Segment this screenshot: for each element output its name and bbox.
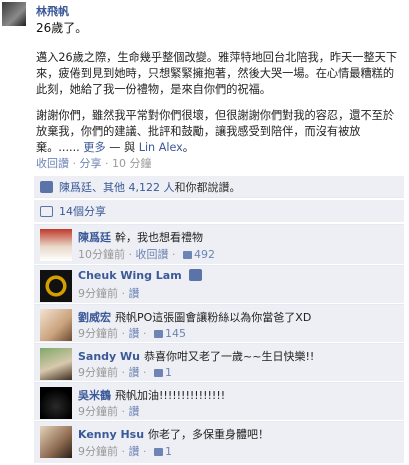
- commenter-avatar[interactable]: [40, 229, 72, 261]
- comment-meta: 9分鐘前 · 讚: [78, 405, 140, 418]
- shares-label: 14個分享: [59, 205, 106, 218]
- comment-like-count[interactable]: 1: [165, 445, 172, 458]
- post-paragraph-1: 邁入26歲之際，生命幾乎整個改變。雅萍特地回台北陪我，昨天一整天下來，疲倦到見到…: [36, 51, 398, 96]
- comment-like-count[interactable]: 1: [165, 366, 172, 379]
- comment-time: 9分鐘前: [78, 405, 118, 418]
- thumbs-up-icon: [188, 269, 202, 281]
- comment-time: 9分鐘前: [78, 287, 118, 300]
- comment-item: Sandy Wu 恭喜你咁又老了一歲~~生日快樂!! 9分鐘前 · 讚 · 1: [34, 343, 404, 381]
- comment-body: 恭喜你咁又老了一歲~~生日快樂!!: [144, 350, 315, 363]
- comment-like-button[interactable]: 讚: [129, 445, 140, 458]
- comment-time: 9分鐘前: [78, 327, 118, 340]
- post-paragraph-2: 謝謝你們，雖然我平常對你們很壞，但很謝謝你們對我的容忍，還不至於放棄我，你們的建…: [36, 108, 401, 156]
- comment-meta: 9分鐘前 · 讚 · 1: [78, 445, 172, 458]
- commenter-name[interactable]: Sandy Wu: [78, 350, 140, 363]
- likes-count-link[interactable]: 4,122 人: [129, 181, 175, 194]
- thumbs-up-icon: [154, 448, 163, 456]
- separator: ·: [105, 157, 109, 170]
- post-headline: 26歲了。: [36, 21, 88, 35]
- comment-like-button[interactable]: 讚: [129, 405, 140, 418]
- commenter-avatar[interactable]: [40, 309, 72, 341]
- comment-meta: 9分鐘前 · 讚 · 145: [78, 327, 186, 340]
- comment-like-button[interactable]: 讚: [129, 327, 140, 340]
- commenter-name[interactable]: Cheuk Wing Lam: [78, 269, 182, 282]
- comment-meta: 9分鐘前 · 讚 · 1: [78, 366, 172, 379]
- comment-meta: 9分鐘前 · 讚: [78, 287, 140, 300]
- likers-link[interactable]: 陳爲廷、其他: [59, 181, 129, 194]
- commenter-name[interactable]: 吳米鶴: [78, 389, 111, 402]
- thumbs-up-icon: [40, 181, 53, 193]
- post-actions: 收回讚 · 分享 · 10 分鐘: [36, 155, 152, 171]
- comment-item: 陳爲廷 幹，我也想看禮物 10分鐘前 · 收回讚 · 492: [34, 224, 404, 264]
- comment-text: Cheuk Wing Lam: [78, 269, 398, 282]
- comment-like-count[interactable]: 492: [194, 248, 215, 261]
- comment-item: 吳米鶴 飛帆加油!!!!!!!!!!!!!!! 9分鐘前 · 讚: [34, 382, 404, 420]
- comment-like-button[interactable]: 收回讚: [136, 248, 169, 261]
- comment-text: Kenny Hsu 你老了，多保重身體吧！: [78, 426, 398, 442]
- commenter-avatar[interactable]: [40, 426, 72, 458]
- comment-item: Kenny Hsu 你老了，多保重身體吧！ 9分鐘前 · 讚 · 1: [34, 421, 404, 463]
- comment-meta: 10分鐘前 · 收回讚 · 492: [78, 248, 215, 261]
- commenter-avatar[interactable]: [40, 387, 72, 419]
- commenter-avatar[interactable]: [40, 270, 72, 302]
- comment-text: 劉威宏 飛帆PO這張圖會讓粉絲以為你當爸了XD: [78, 309, 398, 325]
- comment-body: 飛帆加油!!!!!!!!!!!!!!!: [115, 389, 226, 402]
- commenter-name[interactable]: Kenny Hsu: [78, 428, 144, 441]
- likes-summary: 陳爲廷、其他 4,122 人和你都說讚。: [34, 176, 404, 198]
- separator: ·: [72, 157, 77, 170]
- shares-summary[interactable]: 14個分享: [34, 200, 404, 222]
- comment-body: 你老了，多保重身體吧！: [148, 428, 270, 441]
- post-body: 邁入26歲之際，生命幾乎整個改變。雅萍特地回台北陪我，昨天一整天下來，疲倦到見到…: [36, 50, 401, 166]
- comment-like-button[interactable]: 讚: [129, 366, 140, 379]
- comment-body: 飛帆PO這張圖會讓粉絲以為你當爸了XD: [115, 311, 312, 324]
- comment-body: 幹，我也想看禮物: [115, 231, 203, 244]
- comment-time: 9分鐘前: [78, 366, 118, 379]
- commenter-name[interactable]: 劉威宏: [78, 311, 111, 324]
- thumbs-up-icon: [154, 369, 163, 377]
- commenter-avatar[interactable]: [40, 348, 72, 380]
- facebook-post: 林飛帆 26歲了。 邁入26歲之際，生命幾乎整個改變。雅萍特地回台北陪我，昨天一…: [0, 0, 409, 465]
- comment-like-count[interactable]: 145: [165, 327, 186, 340]
- post-time: 10 分鐘: [112, 157, 152, 170]
- likes-tail: 和你都說讚。: [174, 181, 241, 194]
- comment-text: 陳爲廷 幹，我也想看禮物: [78, 229, 398, 245]
- commenter-name[interactable]: 陳爲廷: [78, 231, 111, 244]
- comment-time: 10分鐘前: [78, 248, 125, 261]
- see-more-link[interactable]: 更多: [83, 141, 105, 154]
- share-link[interactable]: 分享: [80, 157, 102, 170]
- author-avatar[interactable]: [2, 2, 26, 26]
- with-tail: 。: [182, 141, 194, 154]
- with-text: — 與: [105, 141, 139, 154]
- comment-text: 吳米鶴 飛帆加油!!!!!!!!!!!!!!!: [78, 387, 398, 403]
- comment-text: Sandy Wu 恭喜你咁又老了一歲~~生日快樂!!: [78, 348, 398, 364]
- comment-like-button[interactable]: 讚: [129, 287, 140, 300]
- tagged-person-link[interactable]: Lin Alex: [139, 141, 183, 154]
- thumbs-up-icon: [154, 330, 163, 338]
- comment-item: Cheuk Wing Lam 9分鐘前 · 讚: [34, 265, 404, 303]
- unlike-link[interactable]: 收回讚: [36, 157, 69, 170]
- comment-time: 9分鐘前: [78, 445, 118, 458]
- author-name[interactable]: 林飛帆: [36, 3, 69, 19]
- share-icon: [40, 206, 53, 217]
- comment-item: 劉威宏 飛帆PO這張圖會讓粉絲以為你當爸了XD 9分鐘前 · 讚 · 145: [34, 304, 404, 342]
- thumbs-up-icon: [183, 251, 192, 259]
